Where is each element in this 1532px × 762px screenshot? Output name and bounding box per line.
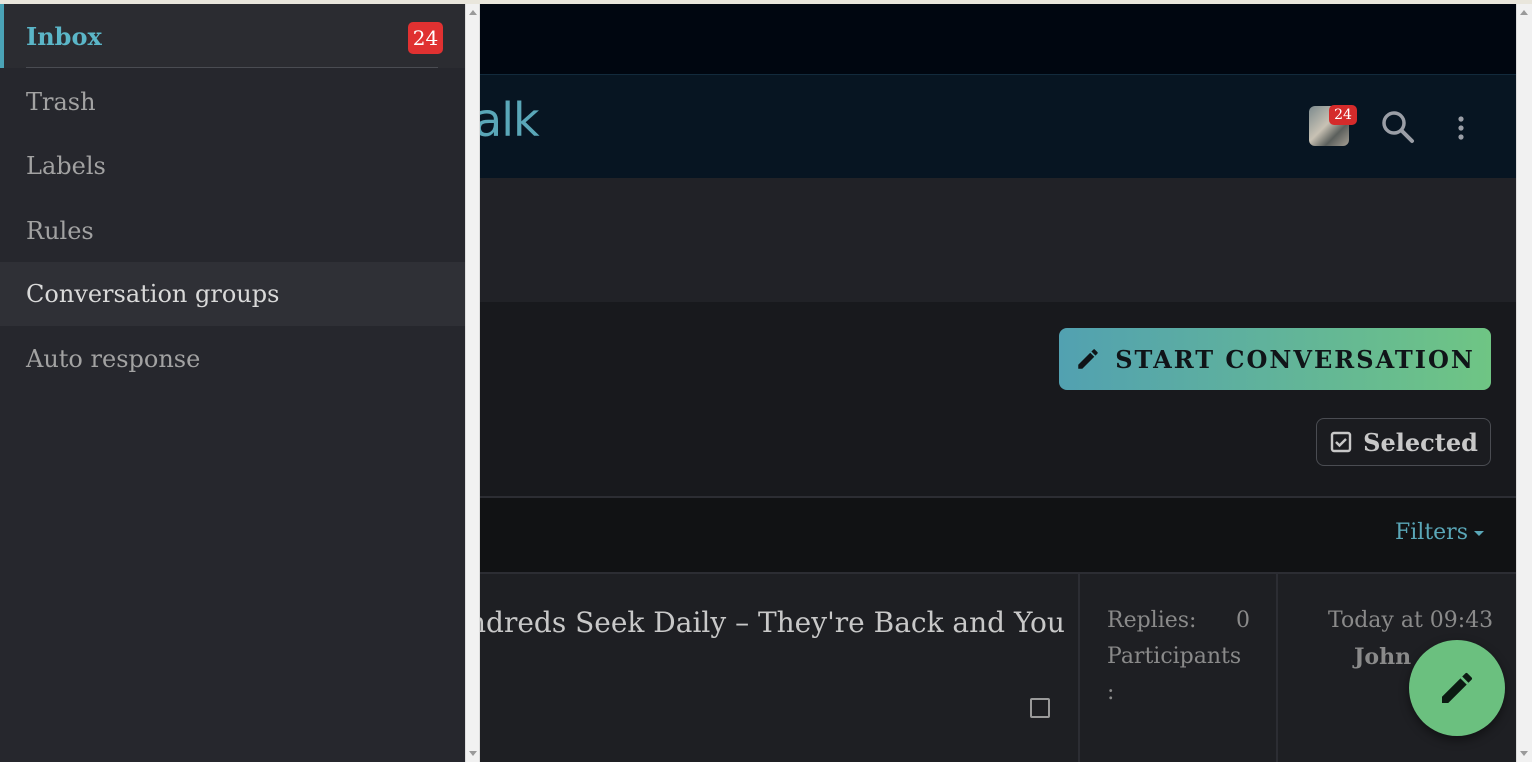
- participants-colon: :: [1107, 680, 1115, 705]
- replies-label: Replies:: [1107, 608, 1197, 633]
- top-bar: [480, 4, 1516, 74]
- selected-label: Selected: [1363, 427, 1478, 457]
- pencil-icon: [1442, 672, 1473, 703]
- start-conversation-label: START CONVERSATION: [1115, 344, 1475, 374]
- more-vertical-icon[interactable]: [1452, 115, 1470, 141]
- selected-button[interactable]: Selected: [1316, 418, 1491, 466]
- sidebar-item-rules[interactable]: Rules: [0, 199, 465, 263]
- scroll-up-arrow[interactable]: [1520, 10, 1528, 15]
- sidebar-item-label: Rules: [26, 217, 94, 245]
- column-divider: [1276, 574, 1278, 762]
- conversation-title[interactable]: ndreds Seek Daily – They're Back and You: [480, 606, 1065, 639]
- sidebar-item-label: Labels: [26, 152, 106, 180]
- search-icon[interactable]: [1380, 109, 1416, 145]
- background-app: alk 24 START CONVERSATION Selected Filte…: [480, 4, 1516, 762]
- site-header: alk 24: [480, 74, 1516, 180]
- site-logo[interactable]: alk: [480, 93, 540, 147]
- participants-label: Participants: [1107, 644, 1242, 669]
- notification-badge: 24: [1329, 105, 1357, 125]
- sidebar-item-auto-response[interactable]: Auto response: [0, 327, 465, 391]
- divider: [26, 67, 438, 68]
- filters-dropdown[interactable]: Filters: [1395, 520, 1484, 545]
- sidebar-menu: Inbox 24 Trash Labels Rules Conversation…: [0, 4, 465, 762]
- filter-bar: Filters: [480, 498, 1516, 574]
- scroll-down-arrow[interactable]: [469, 751, 477, 756]
- replies-value: 0: [1236, 608, 1250, 633]
- column-divider: [1078, 574, 1080, 762]
- inbox-count-badge: 24: [408, 22, 443, 54]
- filters-label: Filters: [1394, 520, 1468, 545]
- caret-down-icon: [1474, 530, 1484, 536]
- sidebar-item-labels[interactable]: Labels: [0, 134, 465, 198]
- pencil-icon: [1078, 349, 1098, 369]
- start-conversation-button[interactable]: START CONVERSATION: [1059, 328, 1491, 390]
- last-message-date: Today at 09:43: [1328, 608, 1494, 633]
- breadcrumb-band: [480, 178, 1516, 302]
- sidebar-item-label: Trash: [26, 88, 96, 116]
- sidebar-item-inbox[interactable]: Inbox 24: [0, 4, 465, 68]
- checkbox-icon: [1330, 431, 1352, 453]
- sidebar-item-trash[interactable]: Trash: [0, 70, 465, 134]
- sidebar-item-conversation-groups[interactable]: Conversation groups: [0, 262, 465, 326]
- scroll-down-arrow[interactable]: [1520, 751, 1528, 756]
- conversation-row[interactable]: ndreds Seek Daily – They're Back and You…: [480, 574, 1516, 762]
- last-message-author[interactable]: John: [1354, 644, 1411, 670]
- row-checkbox[interactable]: [1030, 698, 1050, 718]
- page-scrollbar[interactable]: [1516, 4, 1532, 762]
- sidebar-scrollbar[interactable]: [465, 4, 480, 762]
- sidebar-item-label: Inbox: [26, 21, 102, 51]
- sidebar-item-label: Conversation groups: [26, 280, 280, 308]
- compose-fab[interactable]: [1409, 640, 1505, 736]
- sidebar-item-label: Auto response: [26, 345, 201, 373]
- scroll-up-arrow[interactable]: [469, 10, 477, 15]
